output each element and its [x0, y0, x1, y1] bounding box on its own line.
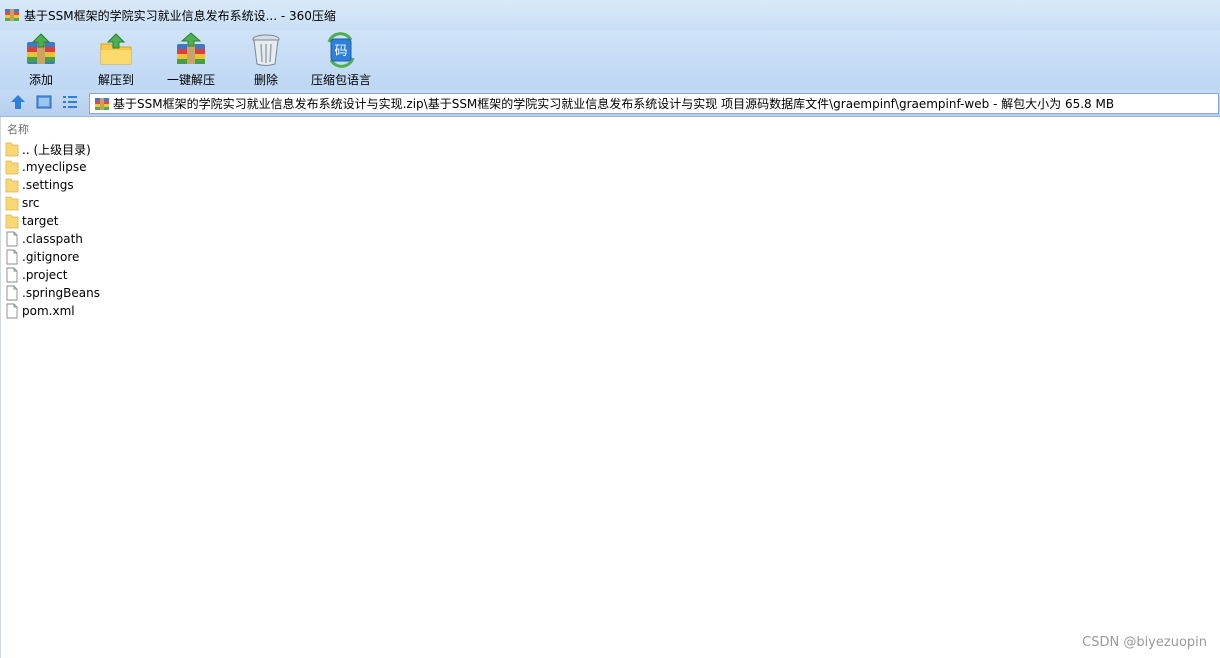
archive-path-icon	[94, 96, 110, 112]
list-item-file[interactable]: .gitignore	[5, 248, 100, 266]
file-rows: .. (上级目录) .myeclipse .settings src targe…	[5, 140, 100, 320]
list-item-file[interactable]: .project	[5, 266, 100, 284]
add-button-label: 添加	[28, 73, 53, 87]
title-bar: 基于SSM框架的学院实习就业信息发布系统设... - 360压缩	[0, 0, 1220, 30]
file-icon	[5, 231, 19, 247]
list-item-name: .. (上级目录)	[22, 142, 91, 157]
extract-to-icon	[97, 31, 135, 69]
list-item-file[interactable]: .classpath	[5, 230, 100, 248]
delete-button-label: 删除	[253, 73, 278, 87]
extract-to-button-label: 解压到	[97, 73, 134, 87]
file-icon	[5, 249, 19, 265]
archive-language-button[interactable]: 码 压缩包语言	[306, 30, 376, 90]
address-row: 基于SSM框架的学院实习就业信息发布系统设计与实现.zip\基于SSM框架的学院…	[0, 90, 1220, 117]
archive-language-button-label: 压缩包语言	[310, 73, 371, 87]
column-header-name[interactable]: 名称	[7, 121, 29, 137]
list-item-name: src	[22, 196, 40, 210]
arrow-up-icon	[9, 93, 27, 114]
thumbnail-view-button[interactable]	[34, 93, 54, 113]
list-item-name: .gitignore	[22, 250, 80, 264]
file-icon	[5, 303, 19, 319]
list-item-file[interactable]: .springBeans	[5, 284, 100, 302]
list-item-folder[interactable]: .settings	[5, 176, 100, 194]
list-item-name: target	[22, 214, 59, 228]
file-icon	[5, 267, 19, 283]
list-view-button[interactable]	[60, 93, 80, 113]
list-item-name: .settings	[22, 178, 74, 192]
list-item-parent-directory[interactable]: .. (上级目录)	[5, 140, 100, 158]
folder-icon	[5, 177, 19, 193]
list-item-name: .springBeans	[22, 286, 100, 300]
address-path: 基于SSM框架的学院实习就业信息发布系统设计与实现.zip\基于SSM框架的学院…	[113, 97, 1115, 111]
watermark: CSDN @biyezuopin	[1082, 635, 1207, 650]
delete-trash-icon	[247, 31, 285, 69]
list-item-name: .classpath	[22, 232, 83, 246]
toolbar: 添加 解压到 一键解压 删除 码 压缩包语言	[0, 30, 1220, 90]
list-item-file[interactable]: pom.xml	[5, 302, 100, 320]
delete-button[interactable]: 删除	[231, 30, 301, 90]
archive-language-icon: 码	[322, 31, 360, 69]
one-click-extract-button-label: 一键解压	[166, 73, 215, 87]
folder-icon	[5, 141, 19, 157]
file-icon	[5, 285, 19, 301]
one-click-extract-button[interactable]: 一键解压	[156, 30, 226, 90]
list-item-name: .myeclipse	[22, 160, 87, 174]
archive-window: 基于SSM框架的学院实习就业信息发布系统设... - 360压缩 添加 解压到 …	[0, 0, 1220, 658]
svg-text:码: 码	[334, 44, 347, 59]
list-item-folder[interactable]: .myeclipse	[5, 158, 100, 176]
extract-to-button[interactable]: 解压到	[81, 30, 151, 90]
one-click-extract-icon	[172, 31, 210, 69]
add-archive-icon	[22, 31, 60, 69]
list-item-name: .project	[22, 268, 68, 282]
list-item-folder[interactable]: target	[5, 212, 100, 230]
file-list: 名称 .. (上级目录) .myeclipse .settings src ta…	[0, 117, 1220, 658]
thumbnail-view-icon	[35, 93, 53, 114]
list-item-folder[interactable]: src	[5, 194, 100, 212]
list-view-icon	[61, 93, 79, 114]
address-bar[interactable]: 基于SSM框架的学院实习就业信息发布系统设计与实现.zip\基于SSM框架的学院…	[89, 93, 1219, 114]
app-archive-icon	[4, 7, 20, 23]
up-level-button[interactable]	[8, 93, 28, 113]
folder-icon	[5, 195, 19, 211]
folder-icon	[5, 213, 19, 229]
window-title: 基于SSM框架的学院实习就业信息发布系统设... - 360压缩	[24, 8, 336, 23]
add-button[interactable]: 添加	[6, 30, 76, 90]
folder-icon	[5, 159, 19, 175]
list-item-name: pom.xml	[22, 304, 75, 318]
